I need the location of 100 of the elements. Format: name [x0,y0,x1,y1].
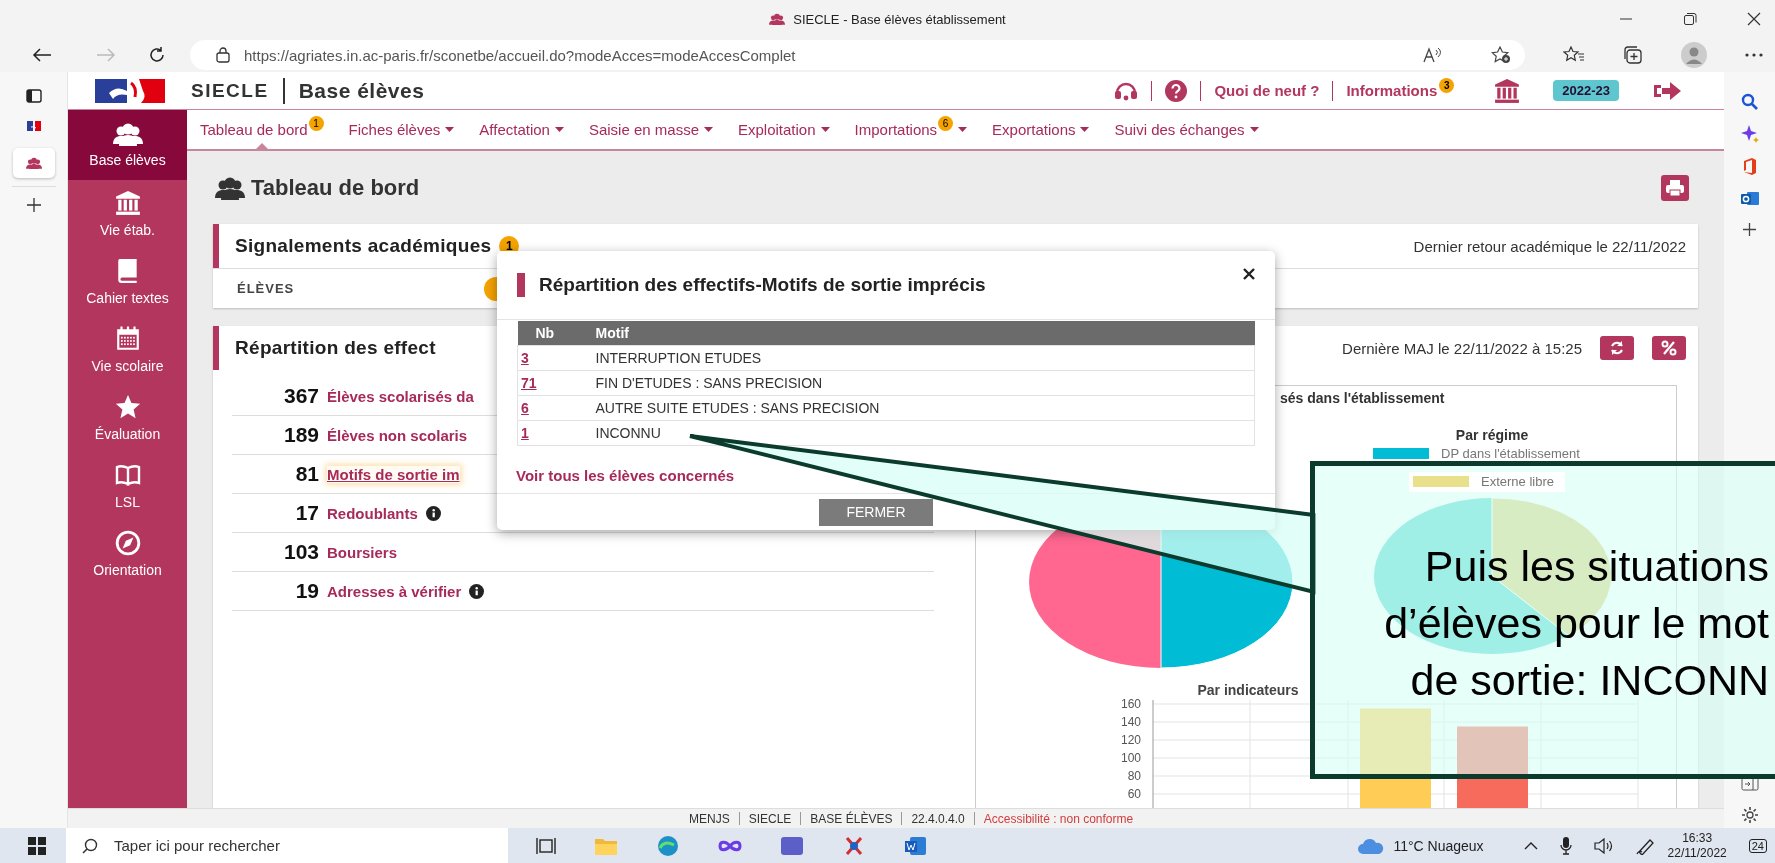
refresh-button[interactable] [1600,336,1634,360]
nav-tab[interactable]: Exportations [992,110,1090,149]
sidebar-item[interactable]: Cahier textes [68,248,187,316]
sparkle-icon[interactable] [1740,125,1759,143]
back-icon[interactable] [32,47,52,63]
stat-link[interactable]: Boursiers [327,543,398,561]
printer-icon [1666,179,1684,196]
school-year-badge[interactable]: 2022-23 [1553,80,1619,101]
axis-tick-label: 100 [1120,751,1141,765]
notification-badge[interactable]: 24 [1748,838,1767,853]
stat-link[interactable]: Motifs de sortie im [327,465,460,483]
nav-tab[interactable]: Exploitation [738,110,830,149]
sidebar-item[interactable]: LSL [68,452,187,520]
nav-tab[interactable]: Tableau de bord 1 [200,110,324,149]
office-icon[interactable] [1741,158,1758,175]
chart-title: Par indicateurs [1197,682,1299,698]
taskbar-clock[interactable]: 16:33 22/11/2022 [1667,830,1727,861]
row-label: ÉLÈVES [237,281,295,296]
close-icon[interactable] [1243,268,1255,280]
bank-icon [114,190,141,216]
read-aloud-icon[interactable] [1423,47,1443,63]
print-button[interactable] [1661,174,1689,201]
table-cell: AUTRE SUITE ETUDES : SANS PRECISION [595,395,1255,420]
nav-tab[interactable]: Suivi des échanges [1114,110,1259,149]
sidebar-item[interactable]: Évaluation [68,384,187,452]
axis-tick-label: 60 [1127,787,1141,801]
stat-link[interactable]: Redoublants [327,504,418,522]
word-icon[interactable] [904,834,928,857]
favorite-add-icon[interactable] [1491,46,1511,64]
logout-icon[interactable] [1652,79,1682,102]
new-tab-icon[interactable] [25,197,42,213]
pie-chart-title: Par régime [1455,427,1529,443]
profile-avatar-icon[interactable] [1681,42,1707,68]
collections-icon[interactable] [1623,46,1643,64]
stat-count: 81 [294,462,319,486]
help-icon[interactable] [1165,79,1188,102]
info-icon[interactable] [425,505,441,521]
window-title: SIECLE - Base élèves établissement [793,11,1006,27]
microphone-icon[interactable] [1559,836,1572,855]
sidebar-item[interactable]: Vie étab. [68,180,187,248]
more-icon[interactable] [1745,53,1763,57]
header-link[interactable]: Quoi de neuf ? [1214,82,1320,99]
count-link[interactable]: 3 [521,349,529,366]
url-text: https://agriates.in.ac-paris.fr/sconetbe/accueil.do?modeAcces=modeAccesComplet [244,46,797,64]
browser-icon[interactable] [656,834,680,857]
cloud-icon[interactable] [1357,836,1386,855]
task-view-icon[interactable] [536,836,556,855]
sidebar-item[interactable]: Vie scolaire [68,316,187,384]
add-icon[interactable] [1742,222,1757,237]
stat-link[interactable]: Élèves scolarisés da [327,387,474,405]
count-badge: 1 [308,116,324,131]
stat-count: 19 [294,579,319,603]
nav-tab[interactable]: Importations 6 [854,110,968,149]
axis-tick-label: 120 [1120,733,1141,747]
people-icon [112,122,143,146]
browser-tab[interactable] [12,148,55,178]
chart-panel-title: sés dans l'établissement [1280,390,1445,406]
close-icon[interactable] [1747,12,1761,26]
chevron-up-icon[interactable] [1523,841,1538,850]
count-badge: 3 [1439,78,1455,93]
count-link[interactable]: 71 [521,374,537,391]
title-accent-bar [517,273,525,297]
footer-item: BASE ÉLÈVES [810,811,893,826]
table-cell: INTERRUPTION ETUDES [595,345,1255,370]
close-button[interactable]: FERMER [819,498,933,526]
sidebar-item[interactable]: Base élèves [68,110,187,180]
nav-tab[interactable]: Affectation [479,110,564,149]
percent-button[interactable] [1652,336,1686,360]
teams-icon[interactable] [780,834,804,857]
stat-link[interactable]: Adresses à vérifier [327,582,462,600]
nav-tab[interactable]: Saisie en masse [588,110,713,149]
address-bar[interactable]: https://agriates.in.ac-paris.fr/sconetbe/accueil.do?modeAcces=modeAccesComplet [190,40,1525,70]
settings-icon[interactable] [1740,806,1759,824]
taskbar-search-field[interactable]: Taper ici pour rechercher [66,828,508,863]
last-update-text: Dernière MAJ le 22/11/2022 à 15:25 [1342,339,1582,357]
outlook-icon[interactable] [1740,190,1759,207]
compass-icon [114,530,141,556]
tab-panel-icon[interactable] [25,88,42,104]
nav-tab[interactable]: Fiches élèves [348,110,455,149]
sidebar-hide-icon[interactable] [1740,777,1759,791]
reload-icon[interactable] [148,46,166,64]
restore-icon[interactable] [1683,12,1697,26]
card-title: Signalements académiques [235,235,492,257]
stat-link[interactable]: Élèves non scolaris [327,426,468,444]
clock-date: 22/11/2022 [1667,845,1727,861]
count-link[interactable]: 1 [521,424,529,441]
favorites-icon[interactable] [1563,46,1585,64]
info-icon[interactable] [469,583,485,599]
search-icon[interactable] [1741,93,1758,110]
sidebar-item[interactable]: Orientation [68,520,187,588]
speaker-icon[interactable] [1593,837,1614,854]
weather-text[interactable]: 11°C Nuageux [1393,837,1484,854]
windows-start-icon[interactable] [28,836,46,855]
page-title: Tableau de bord [251,174,420,201]
footer-item: MENJS [689,811,730,826]
headset-icon[interactable] [1114,80,1139,101]
students-link[interactable]: Voir tous les élèves concernés [516,466,1275,489]
last-return-text: Dernier retour académique le 22/11/2022 [1413,237,1686,255]
bank-icon[interactable] [1494,77,1521,104]
count-link[interactable]: 6 [521,399,529,416]
